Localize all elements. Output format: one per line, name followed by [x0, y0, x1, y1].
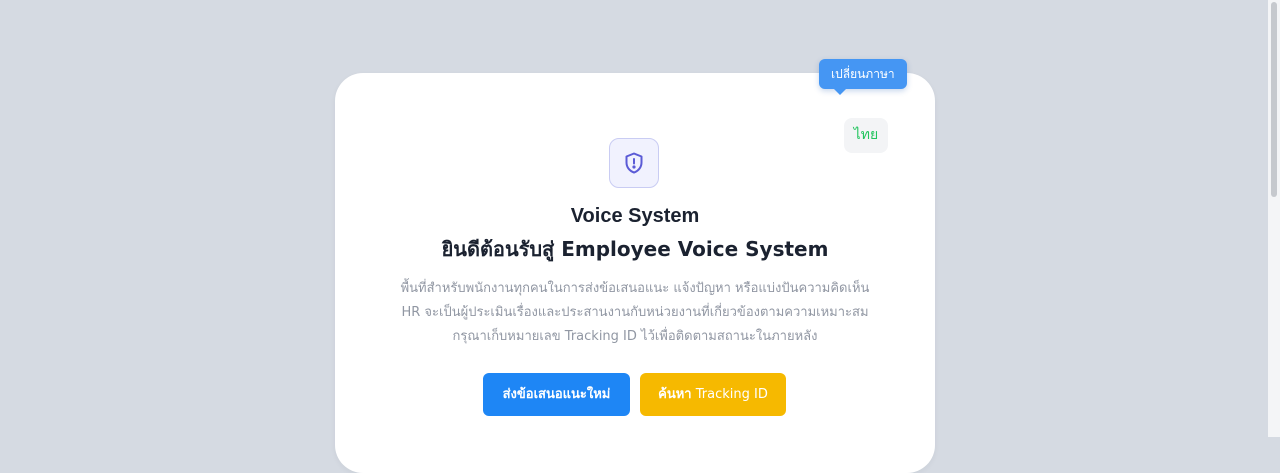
search-tracking-id-button[interactable]: ค้นหา Tracking ID — [640, 373, 786, 416]
page-scrollbar[interactable] — [1268, 0, 1280, 437]
shield-alert-icon — [625, 152, 643, 174]
language-tooltip: เปลี่ยนภาษา — [819, 59, 907, 95]
search-label: ค้นหา — [658, 387, 692, 402]
description-line: กรุณาเก็บหมายเลข Tracking ID ไว้เพื่อติด… — [452, 329, 818, 344]
new-suggestion-button[interactable]: ส่งข้อเสนอแนะใหม่ — [483, 373, 630, 416]
intro-description: พื้นที่สำหรับพนักงานทุกคนในการส่งข้อเสนอ… — [355, 277, 915, 349]
app-name: Voice System — [570, 205, 700, 227]
logo-badge — [609, 138, 659, 188]
description-line: พื้นที่สำหรับพนักงานทุกคนในการส่งข้อเสนอ… — [400, 281, 870, 296]
description-line: HR จะเป็นผู้ประเมินเรื่องและประสานงานกับ… — [401, 305, 869, 320]
page-title: ยินดีต้อนรับสู่ Employee Voice System — [441, 237, 829, 261]
scrollbar-thumb[interactable] — [1271, 2, 1277, 197]
language-switch-button[interactable]: ไทย — [844, 118, 888, 153]
tracking-id-label: Tracking ID — [695, 387, 768, 402]
